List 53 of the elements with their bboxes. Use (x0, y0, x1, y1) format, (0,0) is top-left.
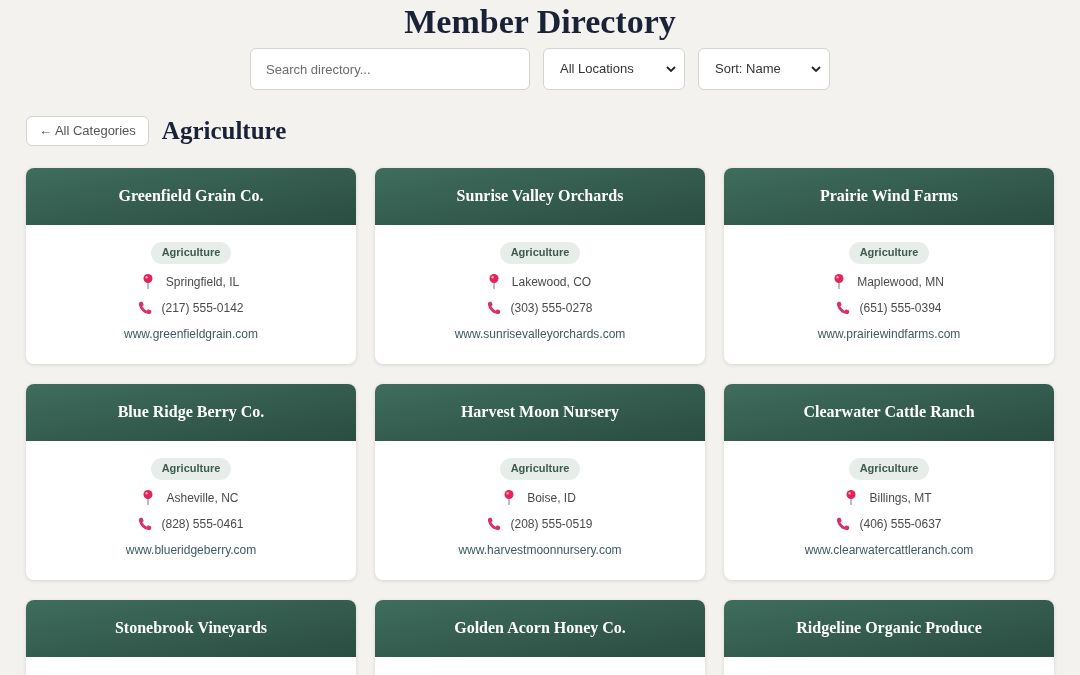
location-text: Maplewood, MN (857, 273, 944, 291)
website-link[interactable]: www.greenfieldgrain.com (123, 324, 259, 343)
category-badge: Agriculture (499, 241, 581, 264)
pushpin-icon (834, 274, 845, 289)
category-badge: Agriculture (499, 457, 581, 480)
category-badge: Agriculture (848, 457, 930, 480)
location-text: Springfield, IL (165, 273, 240, 291)
location-select[interactable]: All Locations (543, 48, 685, 90)
phone-icon (836, 516, 851, 531)
sort-select[interactable]: Sort: Name (698, 48, 830, 90)
member-name: Blue Ridge Berry Co. (117, 402, 265, 423)
phone-icon (138, 300, 153, 315)
phone-text: (217) 555-0142 (161, 299, 244, 317)
chevron-down-icon (666, 66, 676, 72)
location-text: Lakewood, CO (511, 273, 592, 291)
location-text: Billings, MT (869, 489, 932, 507)
location-text: Boise, ID (527, 489, 576, 507)
search-field[interactable]: Search directory... (250, 48, 530, 90)
phone-icon (487, 516, 502, 531)
phone-icon (138, 516, 153, 531)
pushpin-icon (142, 274, 153, 289)
location-text: Asheville, NC (166, 489, 239, 507)
category-title: Agriculture (161, 116, 287, 146)
category-badge: Agriculture (848, 241, 930, 264)
chevron-down-icon (811, 66, 821, 72)
website-link[interactable]: www.blueridgeberry.com (125, 540, 257, 559)
member-name: Greenfield Grain Co. (118, 186, 264, 206)
phone-text: (651) 555-0394 (859, 299, 942, 317)
pushpin-icon (504, 490, 515, 505)
category-badge: Agriculture (150, 457, 232, 480)
phone-text: (828) 555-0461 (161, 515, 244, 533)
website-link[interactable]: www.prairiewindfarms.com (817, 324, 961, 343)
pushpin-icon (846, 490, 857, 505)
website-link[interactable]: www.harvestmoonnursery.com (458, 540, 622, 559)
member-name: Harvest Moon Nursery (460, 402, 620, 423)
pushpin-icon (488, 274, 499, 289)
member-name: Golden Acorn Honey Co. (454, 618, 626, 639)
member-name: Sunrise Valley Orchards (456, 186, 624, 207)
member-name: Clearwater Cattle Ranch (803, 402, 975, 422)
member-name: Ridgeline Organic Produce (796, 618, 982, 639)
website-link[interactable]: www.sunrisevalleyorchards.com (454, 324, 626, 343)
page-title: Member Directory (404, 3, 676, 41)
back-button[interactable]: ← All Categories (26, 115, 149, 146)
phone-text: (208) 555-0519 (510, 515, 593, 533)
category-badge: Agriculture (150, 241, 232, 264)
phone-icon (836, 300, 851, 315)
member-name: Prairie Wind Farms (819, 186, 959, 206)
website-link[interactable]: www.clearwatercattleranch.com (804, 540, 974, 559)
member-name: Stonebrook Vineyards (114, 618, 268, 639)
phone-icon (487, 300, 502, 315)
pushpin-icon (143, 490, 154, 505)
phone-text: (406) 555-0637 (859, 515, 942, 533)
phone-text: (303) 555-0278 (510, 299, 593, 317)
